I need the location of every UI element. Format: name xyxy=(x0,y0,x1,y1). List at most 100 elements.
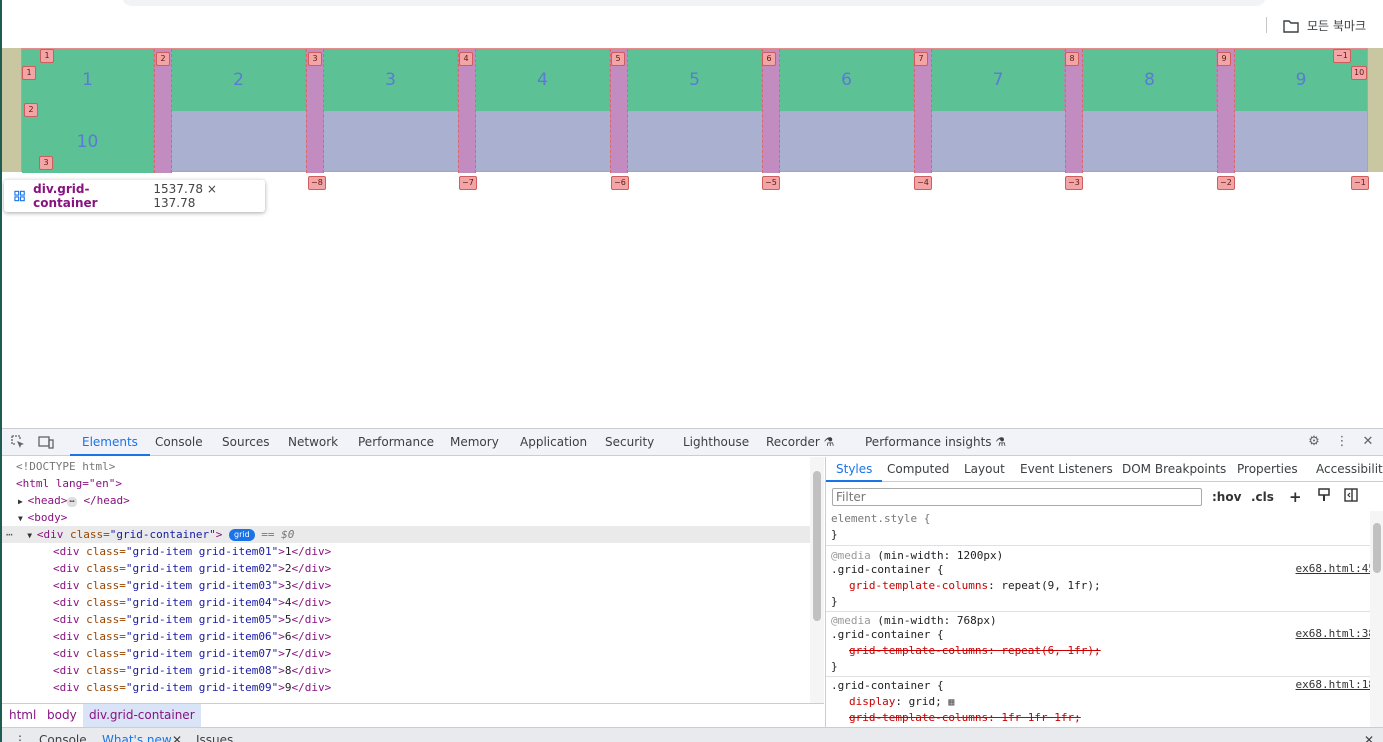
tab-security[interactable]: Security xyxy=(605,429,654,456)
cls-toggle[interactable]: .cls xyxy=(1251,488,1274,506)
source-link[interactable]: ex68.html:45 xyxy=(1296,562,1375,575)
collapse-triangle-icon[interactable]: ▼ xyxy=(27,531,37,540)
grid-item[interactable]: 2 xyxy=(172,49,306,111)
breadcrumb-html[interactable]: html xyxy=(3,704,42,727)
rule-property-overridden[interactable]: grid-template-columns: repeat(6, 1fr); xyxy=(831,643,1371,659)
dom-grid-item[interactable]: <div class="grid-item grid-item08">8</di… xyxy=(2,662,810,679)
grid-badge[interactable]: grid xyxy=(228,529,255,541)
dom-grid-item[interactable]: <div class="grid-item grid-item05">5</di… xyxy=(2,611,810,628)
new-style-rule-icon[interactable]: + xyxy=(1289,488,1302,506)
close-icon[interactable]: ✕ xyxy=(1360,434,1376,450)
grid-row-badge: 2 xyxy=(24,103,38,117)
source-link[interactable]: ex68.html:18 xyxy=(1296,678,1375,691)
tab-sources[interactable]: Sources xyxy=(222,429,269,456)
dom-doctype[interactable]: <!DOCTYPE html> xyxy=(2,458,810,475)
item-class: "grid-item grid-item07" xyxy=(125,647,279,660)
tab-memory[interactable]: Memory xyxy=(450,429,499,456)
more-dots-icon[interactable]: ⋯ xyxy=(6,528,19,541)
grid-item[interactable]: 7 xyxy=(932,49,1065,111)
grid-container[interactable]: 1 2 3 4 5 6 7 8 9 10 xyxy=(21,48,1368,173)
toggle-sidebar-icon[interactable] xyxy=(1344,488,1358,507)
grid-item[interactable]: 6 xyxy=(780,49,914,111)
dom-grid-item[interactable]: <div class="grid-item grid-item07">7</di… xyxy=(2,645,810,662)
rule-selector[interactable]: .grid-container { xyxy=(831,627,1371,643)
tab-styles[interactable]: Styles xyxy=(826,457,883,482)
paint-brush-icon[interactable] xyxy=(1317,488,1331,507)
tooltip-element-size: 1537.78 × 137.78 xyxy=(153,182,217,210)
dom-grid-item[interactable]: <div class="grid-item grid-item06">6</di… xyxy=(2,628,810,645)
dom-grid-item[interactable]: <div class="grid-item grid-item01">1</di… xyxy=(2,543,810,560)
grid-line-badge: −2 xyxy=(1217,176,1235,190)
grid-line-badge: −6 xyxy=(611,176,629,190)
drawer-tab-console[interactable]: Console xyxy=(39,733,87,742)
styles-filter-input[interactable]: Filter xyxy=(832,488,1202,506)
rule-property[interactable]: grid-template-columns: repeat(9, 1fr); xyxy=(831,578,1371,594)
hov-toggle[interactable]: :hov xyxy=(1212,488,1241,506)
rule-selector[interactable]: .grid-container { xyxy=(831,678,1371,694)
scrollbar-thumb[interactable] xyxy=(1373,523,1381,573)
rule-property-overridden[interactable]: grid-template-columns: 1fr 1fr 1fr; xyxy=(831,710,1371,726)
tab-console[interactable]: Console xyxy=(155,429,203,456)
grid-item[interactable]: 5 xyxy=(628,49,762,111)
breadcrumb-grid-container[interactable]: div.grid-container xyxy=(83,704,201,727)
rule-close: } xyxy=(831,660,838,673)
dom-grid-item[interactable]: <div class="grid-item grid-item04">4</di… xyxy=(2,594,810,611)
grid-line-badge: 9 xyxy=(1217,52,1231,66)
grid-item[interactable]: 8 xyxy=(1083,49,1217,111)
grid-item[interactable]: 3 xyxy=(324,49,458,111)
close-icon[interactable]: ✕ xyxy=(172,733,182,742)
tab-performance-insights[interactable]: Performance insights ⚗ xyxy=(865,429,1006,456)
browser-chrome: 모든 북마크 xyxy=(0,0,1383,48)
settings-gear-icon[interactable]: ⚙ xyxy=(1306,434,1322,450)
rule-selector[interactable]: .grid-container { xyxy=(831,562,1371,578)
grid-row-badge: 10 xyxy=(1351,66,1368,80)
tab-lighthouse[interactable]: Lighthouse xyxy=(683,429,749,456)
dom-grid-container-selected[interactable]: ⋯ ▼ <div class="grid-container"> grid ==… xyxy=(2,526,810,543)
tab-network[interactable]: Network xyxy=(288,429,338,456)
scrollbar-thumb[interactable] xyxy=(813,471,821,621)
elements-scrollbar[interactable] xyxy=(810,457,824,703)
ellipsis-badge[interactable]: ⋯ xyxy=(67,497,77,507)
expand-triangle-icon[interactable]: ▶ xyxy=(18,497,28,506)
html-tag: <html lang="en"> xyxy=(16,477,122,490)
tab-event-listeners[interactable]: Event Listeners xyxy=(1020,457,1113,482)
tab-accessibility[interactable]: Accessibility xyxy=(1316,457,1383,482)
collapse-triangle-icon[interactable]: ▼ xyxy=(18,514,28,523)
tab-recorder[interactable]: Recorder ⚗ xyxy=(766,429,834,456)
rule-property[interactable]: display: grid; ▦ xyxy=(831,694,1371,711)
device-toolbar-icon[interactable] xyxy=(38,434,54,450)
tab-performance[interactable]: Performance xyxy=(358,429,434,456)
source-link[interactable]: ex68.html:38 xyxy=(1296,627,1375,640)
item-class: "grid-item grid-item02" xyxy=(125,562,279,575)
item-class: "grid-item grid-item06" xyxy=(125,630,279,643)
tab-properties[interactable]: Properties xyxy=(1237,457,1298,482)
grid-editor-icon[interactable]: ▦ xyxy=(948,697,954,708)
more-options-icon[interactable]: ⋮ xyxy=(1334,434,1350,450)
rule-close: } xyxy=(831,595,838,608)
tab-computed[interactable]: Computed xyxy=(887,457,949,482)
drawer-menu-icon[interactable]: ⋮ xyxy=(14,733,26,742)
dom-grid-item[interactable]: <div class="grid-item grid-item03">3</di… xyxy=(2,577,810,594)
styles-scrollbar[interactable] xyxy=(1370,511,1383,727)
tab-application[interactable]: Application xyxy=(520,429,587,456)
inspect-element-icon[interactable] xyxy=(10,434,26,450)
item-class: "grid-item grid-item09" xyxy=(125,681,279,694)
dom-html[interactable]: <html lang="en"> xyxy=(2,475,810,492)
page-viewport: 1 2 3 4 5 6 7 8 9 10 1 2 3 4 5 6 7 8 9 −… xyxy=(2,48,1383,428)
window-edge xyxy=(0,0,2,742)
all-bookmarks-button[interactable]: 모든 북마크 xyxy=(1283,17,1366,34)
dom-grid-item[interactable]: <div class="grid-item grid-item02">2</di… xyxy=(2,560,810,577)
tab-elements[interactable]: Elements xyxy=(70,429,150,456)
dom-grid-item[interactable]: <div class="grid-item grid-item09">9</di… xyxy=(2,679,810,696)
dom-body[interactable]: ▼ <body> xyxy=(2,509,810,526)
rule-element-style[interactable]: element.style { xyxy=(831,511,1371,527)
grid-item[interactable]: 4 xyxy=(476,49,610,111)
breadcrumb-body[interactable]: body xyxy=(41,704,83,727)
tab-dom-breakpoints[interactable]: DOM Breakpoints xyxy=(1122,457,1226,482)
close-icon[interactable]: ✕ xyxy=(1364,733,1374,742)
address-bar[interactable] xyxy=(122,0,1266,6)
drawer-tab-whats-new[interactable]: What's new xyxy=(102,733,172,742)
dom-head[interactable]: ▶ <head> ⋯ </head> xyxy=(2,492,810,509)
tab-layout[interactable]: Layout xyxy=(964,457,1005,482)
drawer-tab-issues[interactable]: Issues xyxy=(196,733,233,742)
